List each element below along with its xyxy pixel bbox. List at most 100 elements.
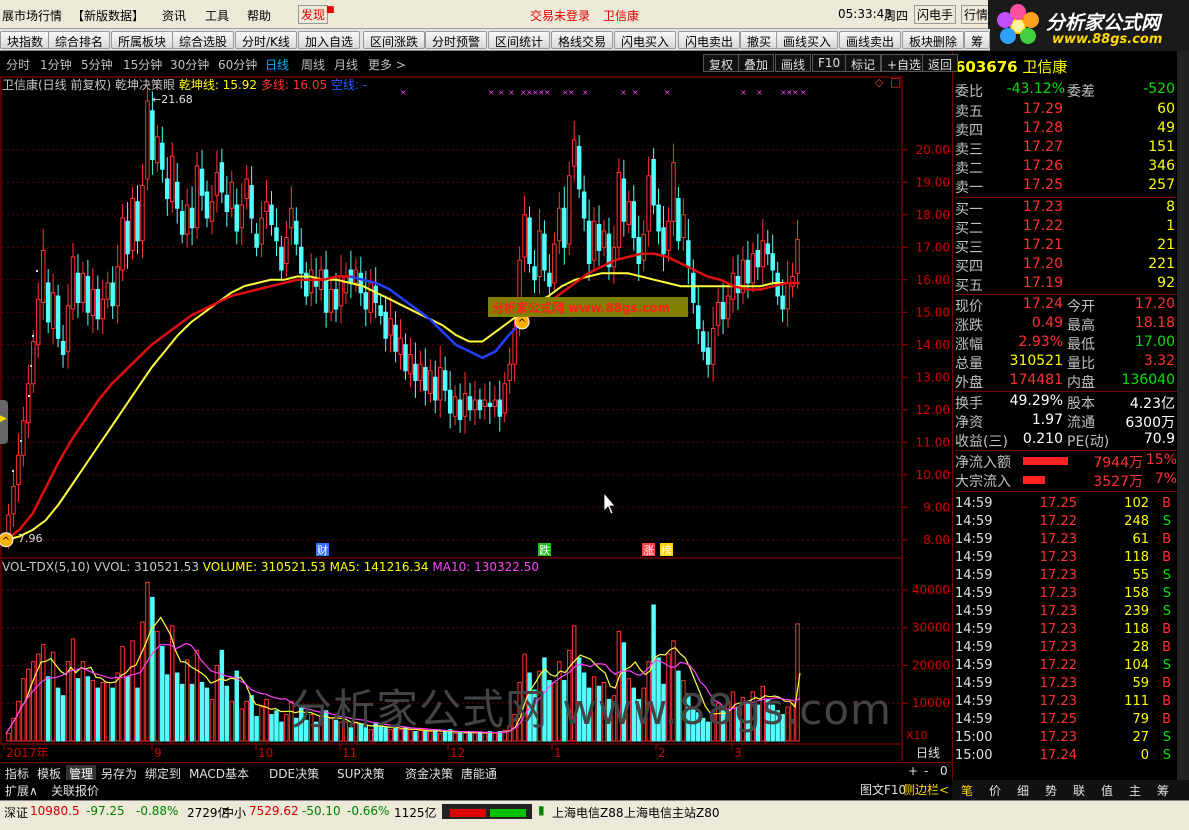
buy-price[interactable]: 17.21 (995, 237, 1063, 253)
tick-time: 14:59 (955, 514, 993, 529)
toolbar-button-3[interactable]: 综合选股 (172, 31, 235, 49)
toolbar-button-16[interactable]: 筹 (964, 31, 991, 49)
panel-tab-6[interactable]: 主 (1126, 782, 1144, 799)
volume-bar (26, 668, 31, 742)
chart-tool-2[interactable]: 画线 (775, 54, 812, 72)
chart-tool-1[interactable]: 叠加 (738, 54, 775, 72)
period-tab-6[interactable]: 日线 (265, 56, 289, 73)
period-tab-4[interactable]: 30分钟 (170, 56, 209, 73)
panel-scrollbar[interactable] (1177, 51, 1189, 800)
menu-tools[interactable]: 工具 (205, 7, 229, 24)
sidebar-toggle[interactable]: 侧边栏< (903, 781, 949, 798)
volume-bar (259, 706, 264, 742)
menu-market[interactable]: 展市场行情 (2, 7, 62, 24)
sell-price[interactable]: 17.25 (995, 177, 1063, 193)
buy-price[interactable]: 17.19 (995, 275, 1063, 291)
sz-index-pct: -0.88% (136, 804, 179, 818)
sell-price[interactable]: 17.29 (995, 101, 1063, 117)
chart-tool-4[interactable]: 标记 (845, 54, 882, 72)
f10-link[interactable]: 图文F10 (860, 781, 906, 798)
candle-body (785, 282, 790, 310)
period-tab-1[interactable]: 1分钟 (40, 56, 72, 73)
extension-tab-1[interactable]: 关联报价 (48, 782, 102, 799)
tick-time: 14:59 (955, 604, 993, 619)
stat-value: 18.18 (1134, 315, 1175, 331)
period-tab-5[interactable]: 60分钟 (218, 56, 257, 73)
tick-row: 14:59 17.22 104 S (955, 658, 1177, 676)
volume-bar (234, 670, 239, 742)
period-tab-9[interactable]: 更多 > (368, 56, 406, 73)
toolbar-button-12[interactable]: 撤买 (740, 31, 779, 49)
period-tab-8[interactable]: 月线 (334, 56, 358, 73)
sell-price[interactable]: 17.27 (995, 139, 1063, 155)
volume-bar (125, 676, 130, 742)
buy-volume: 1 (1166, 218, 1175, 234)
panel-tab-4[interactable]: 联 (1070, 782, 1088, 799)
chart-tool-6[interactable]: 返回 (922, 54, 959, 72)
buy-price[interactable]: 17.23 (995, 199, 1063, 215)
period-tab-7[interactable]: 周线 (301, 56, 325, 73)
menu-new-data[interactable]: 【新版数据】 (72, 7, 144, 24)
sell-price[interactable]: 17.28 (995, 120, 1063, 136)
left-panel-handle[interactable]: ▶ (0, 400, 8, 444)
tick-row: 15:00 17.23 27 S (955, 730, 1177, 748)
panel-tab-5[interactable]: 值 (1098, 782, 1116, 799)
toolbar-button-7[interactable]: 分时预警 (425, 31, 488, 49)
buy-price[interactable]: 17.22 (995, 218, 1063, 234)
toolbar-button-9[interactable]: 格线交易 (551, 31, 614, 49)
server-secondary[interactable]: 上海电信主站Z80 (624, 804, 720, 821)
candle-body (646, 175, 651, 232)
flow-bar (1023, 457, 1068, 465)
candle-body (681, 214, 686, 238)
volume-bar (219, 649, 225, 742)
signal-mark: × (740, 88, 747, 97)
toolbar-button-2[interactable]: 所属板块 (111, 31, 174, 49)
candle-body (691, 272, 696, 303)
toolbar-button-0[interactable]: 块指数 (0, 31, 51, 49)
sz-index-value: 10980.5 (30, 804, 80, 818)
zoom-control-0[interactable]: + (908, 764, 918, 778)
toolbar-button-11[interactable]: 闪电卖出 (678, 31, 741, 49)
toolbar-button-10[interactable]: 闪电买入 (614, 31, 677, 49)
chart-tool-3[interactable]: F10 (812, 54, 847, 72)
menu-help[interactable]: 帮助 (247, 7, 271, 24)
panel-tab-3[interactable]: 势 (1042, 782, 1060, 799)
server-primary[interactable]: 上海电信Z88 (552, 804, 624, 821)
candle-body (264, 201, 269, 212)
zoom-control-1[interactable]: - (924, 764, 928, 778)
stat-label: 换手 (955, 396, 983, 412)
quote-button[interactable]: 行情 (961, 5, 992, 24)
tick-row: 14:59 17.23 111 B (955, 694, 1177, 712)
chart-tool-0[interactable]: 复权 (703, 54, 740, 72)
stat-value: 136040 (1121, 372, 1175, 388)
stat-value: 17.00 (1134, 334, 1175, 350)
candle-body (745, 259, 751, 284)
zoom-control-2[interactable]: 0 (940, 764, 948, 778)
toolbar-button-6[interactable]: 区间涨跌 (363, 31, 426, 49)
panel-tab-7[interactable]: 筹 (1154, 782, 1172, 799)
flash-hand-button[interactable]: 闪电手 (914, 5, 957, 24)
toolbar-button-15[interactable]: 板块删除 (902, 31, 965, 49)
panel-tab-0[interactable]: 笔 (958, 782, 976, 799)
buy-price[interactable]: 17.20 (995, 256, 1063, 272)
period-tab-0[interactable]: 分时 (6, 56, 30, 73)
period-tab-3[interactable]: 15分钟 (123, 56, 162, 73)
panel-tab-2[interactable]: 细 (1014, 782, 1032, 799)
toolbar-button-14[interactable]: 画线卖出 (839, 31, 902, 49)
login-status[interactable]: 交易未登录 (530, 7, 590, 24)
extension-tab-0[interactable]: 扩展∧ (2, 782, 41, 799)
sell-price[interactable]: 17.26 (995, 158, 1063, 174)
toolbar-button-5[interactable]: 加入自选 (298, 31, 361, 49)
menu-news[interactable]: 资讯 (162, 7, 186, 24)
toolbar-button-4[interactable]: 分时/K线 (235, 31, 297, 49)
candle-body (378, 305, 383, 316)
stat-row-1: 涨跌 0.49 最高 18.18 (955, 315, 1177, 334)
period-tab-2[interactable]: 5分钟 (81, 56, 113, 73)
toolbar-button-1[interactable]: 综合排名 (48, 31, 111, 49)
volume-bar (184, 659, 190, 742)
toolbar-button-8[interactable]: 区间统计 (488, 31, 551, 49)
chart-tool-5[interactable]: +自选 (881, 54, 928, 72)
menu-discover[interactable]: 发现 (298, 5, 329, 24)
panel-tab-1[interactable]: 价 (986, 782, 1004, 799)
toolbar-button-13[interactable]: 画线买入 (776, 31, 839, 49)
